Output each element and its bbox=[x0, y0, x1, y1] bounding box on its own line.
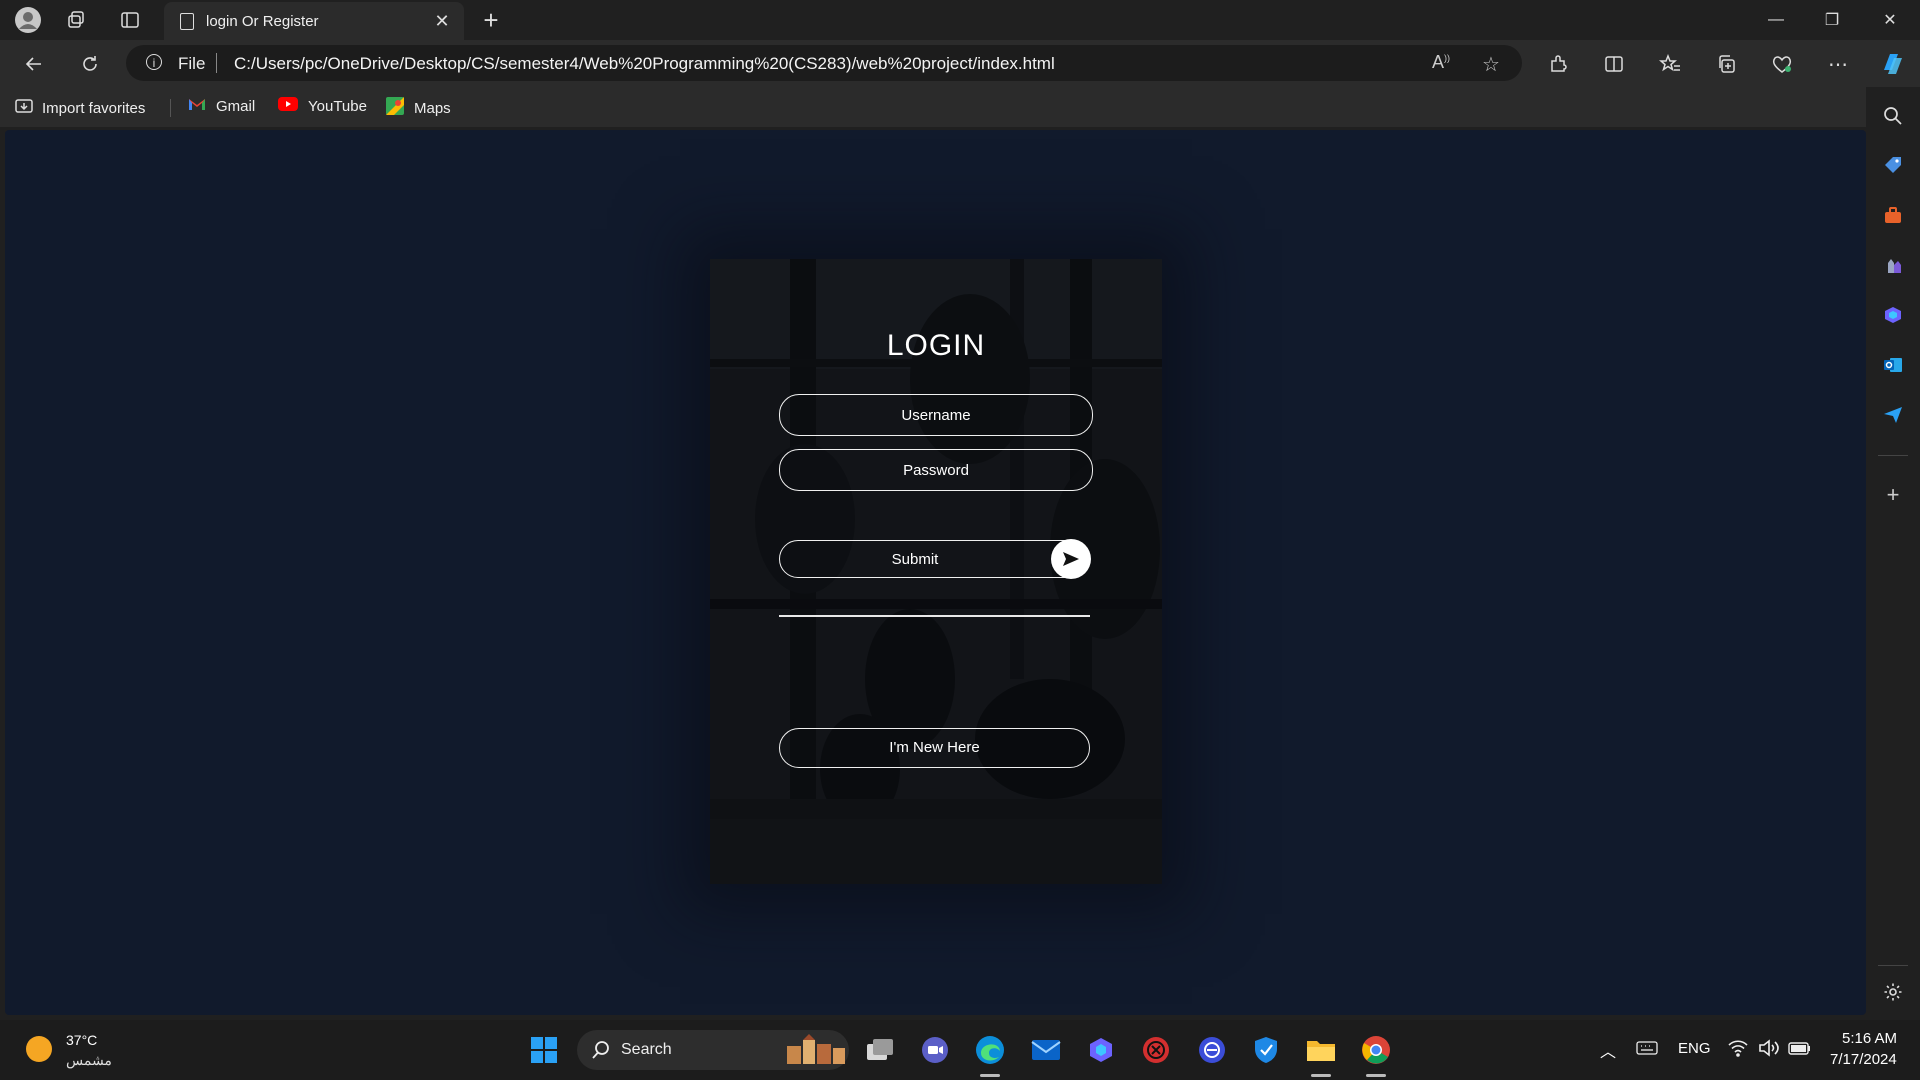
mail-icon[interactable] bbox=[1030, 1034, 1062, 1066]
submit-button[interactable]: Submit bbox=[779, 539, 1091, 579]
favorite-gmail[interactable]: Gmail bbox=[188, 97, 255, 115]
settings-gear-icon[interactable] bbox=[1881, 980, 1905, 1004]
gmail-icon bbox=[188, 97, 206, 115]
favorite-label: Gmail bbox=[216, 97, 256, 115]
favorite-label: Maps bbox=[414, 99, 451, 117]
outlook-icon[interactable] bbox=[1881, 353, 1905, 377]
security-app-icon[interactable] bbox=[1140, 1034, 1172, 1066]
active-tab[interactable]: login Or Register ✕ bbox=[164, 2, 464, 40]
login-card: LOGIN Submit I'm New Here bbox=[710, 259, 1162, 884]
navigation-bar: i File C:/Users/pc/OneDrive/Desktop/CS/s… bbox=[0, 40, 1920, 87]
split-screen-icon[interactable] bbox=[1598, 48, 1630, 80]
minimize-icon[interactable]: — bbox=[1748, 0, 1804, 40]
workspaces-icon[interactable] bbox=[62, 6, 90, 34]
restore-icon[interactable]: ❐ bbox=[1804, 0, 1860, 40]
vpn-app-icon[interactable] bbox=[1196, 1034, 1228, 1066]
send-icon[interactable] bbox=[1881, 403, 1905, 427]
more-options-icon[interactable]: ⋯ bbox=[1822, 48, 1854, 80]
file-explorer-icon[interactable] bbox=[1305, 1034, 1337, 1066]
address-bar[interactable]: i File C:/Users/pc/OneDrive/Desktop/CS/s… bbox=[126, 45, 1522, 81]
site-info-icon[interactable]: i bbox=[146, 54, 162, 70]
scheme-label: File bbox=[178, 54, 206, 73]
windows-taskbar: 37°C مشمس Search ︿ ENG 5:16 AM 7/17/2024 bbox=[0, 1020, 1920, 1080]
wifi-icon[interactable] bbox=[1728, 1039, 1748, 1061]
close-window-icon[interactable]: ✕ bbox=[1862, 0, 1918, 40]
copilot-taskbar-icon[interactable] bbox=[1085, 1034, 1117, 1066]
weather-temperature[interactable]: 37°C bbox=[66, 1032, 97, 1048]
maps-icon bbox=[386, 97, 404, 119]
favorites-icon[interactable] bbox=[1654, 48, 1686, 80]
language-indicator[interactable]: ENG bbox=[1678, 1040, 1711, 1057]
extensions-icon[interactable] bbox=[1542, 48, 1574, 80]
tab-title: login Or Register bbox=[206, 12, 319, 30]
copilot-sidebar-icon[interactable] bbox=[1881, 303, 1905, 327]
favorite-youtube[interactable]: YouTube bbox=[278, 97, 367, 115]
new-here-button[interactable]: I'm New Here bbox=[779, 728, 1090, 768]
edge-browser-icon[interactable] bbox=[974, 1034, 1006, 1066]
teams-meet-icon[interactable] bbox=[919, 1034, 951, 1066]
taskbar-search[interactable]: Search bbox=[577, 1030, 849, 1070]
chrome-icon[interactable] bbox=[1360, 1034, 1392, 1066]
password-input[interactable] bbox=[779, 449, 1093, 491]
weather-sun-icon[interactable] bbox=[26, 1036, 52, 1062]
favorite-label: YouTube bbox=[308, 97, 367, 115]
clock-time[interactable]: 5:16 AM bbox=[1842, 1030, 1897, 1047]
favorites-bar: Import favorites Gmail YouTube Maps bbox=[0, 87, 1920, 127]
search-icon bbox=[591, 1040, 611, 1065]
url-text[interactable]: C:/Users/pc/OneDrive/Desktop/CS/semester… bbox=[234, 54, 1055, 74]
form-divider bbox=[779, 615, 1090, 617]
clock-date[interactable]: 7/17/2024 bbox=[1830, 1051, 1897, 1068]
task-view-icon[interactable] bbox=[864, 1034, 896, 1066]
new-tab-icon[interactable]: + bbox=[476, 6, 506, 34]
copilot-icon[interactable] bbox=[1876, 48, 1908, 80]
search-label: Search bbox=[621, 1041, 672, 1058]
search-icon[interactable] bbox=[1881, 104, 1905, 128]
favorite-star-icon[interactable]: ☆ bbox=[1482, 52, 1500, 77]
battery-icon[interactable] bbox=[1788, 1040, 1812, 1060]
favorite-label: Import favorites bbox=[42, 99, 146, 117]
games-icon[interactable] bbox=[1881, 253, 1905, 277]
address-separator bbox=[216, 53, 217, 73]
youtube-icon bbox=[278, 97, 298, 115]
page-viewport: LOGIN Submit I'm New Here bbox=[5, 130, 1866, 1015]
search-highlight-icon bbox=[785, 1034, 847, 1071]
read-aloud-icon[interactable]: A)) bbox=[1432, 52, 1450, 73]
shield-icon[interactable] bbox=[1250, 1034, 1282, 1066]
volume-icon[interactable] bbox=[1758, 1039, 1780, 1061]
chevron-up-icon[interactable]: ︿ bbox=[1600, 1038, 1616, 1062]
running-app-indicator bbox=[1366, 1074, 1386, 1077]
running-app-indicator bbox=[1311, 1074, 1331, 1077]
sidebar-divider-bottom bbox=[1878, 965, 1908, 966]
add-icon[interactable]: + bbox=[1881, 482, 1905, 507]
profile-avatar-icon[interactable] bbox=[14, 6, 42, 34]
username-input[interactable] bbox=[779, 394, 1093, 436]
favorite-import[interactable]: Import favorites bbox=[14, 97, 145, 119]
close-tab-icon[interactable]: ✕ bbox=[428, 11, 456, 32]
browser-essentials-icon[interactable] bbox=[1766, 48, 1798, 80]
edge-sidebar: + bbox=[1866, 87, 1920, 1015]
active-app-indicator bbox=[980, 1074, 1000, 1077]
shopping-tag-icon[interactable] bbox=[1881, 153, 1905, 177]
favorites-divider bbox=[170, 99, 171, 117]
tools-icon[interactable] bbox=[1881, 203, 1905, 227]
keyboard-icon[interactable] bbox=[1636, 1040, 1658, 1060]
windows-start-icon[interactable] bbox=[528, 1034, 560, 1066]
back-icon[interactable] bbox=[18, 48, 50, 80]
weather-description: مشمس bbox=[66, 1052, 112, 1068]
collections-icon[interactable] bbox=[1710, 48, 1742, 80]
sidebar-divider bbox=[1878, 455, 1908, 456]
favorite-maps[interactable]: Maps bbox=[386, 97, 451, 119]
login-heading: LOGIN bbox=[886, 329, 986, 362]
page-icon bbox=[180, 12, 194, 30]
title-bar: login Or Register ✕ + — ❐ ✕ bbox=[0, 0, 1920, 40]
send-arrow-icon[interactable] bbox=[1051, 539, 1091, 579]
import-icon bbox=[14, 97, 34, 119]
vertical-tabs-icon[interactable] bbox=[116, 6, 144, 34]
submit-label: Submit bbox=[891, 551, 939, 568]
refresh-icon[interactable] bbox=[74, 48, 106, 80]
